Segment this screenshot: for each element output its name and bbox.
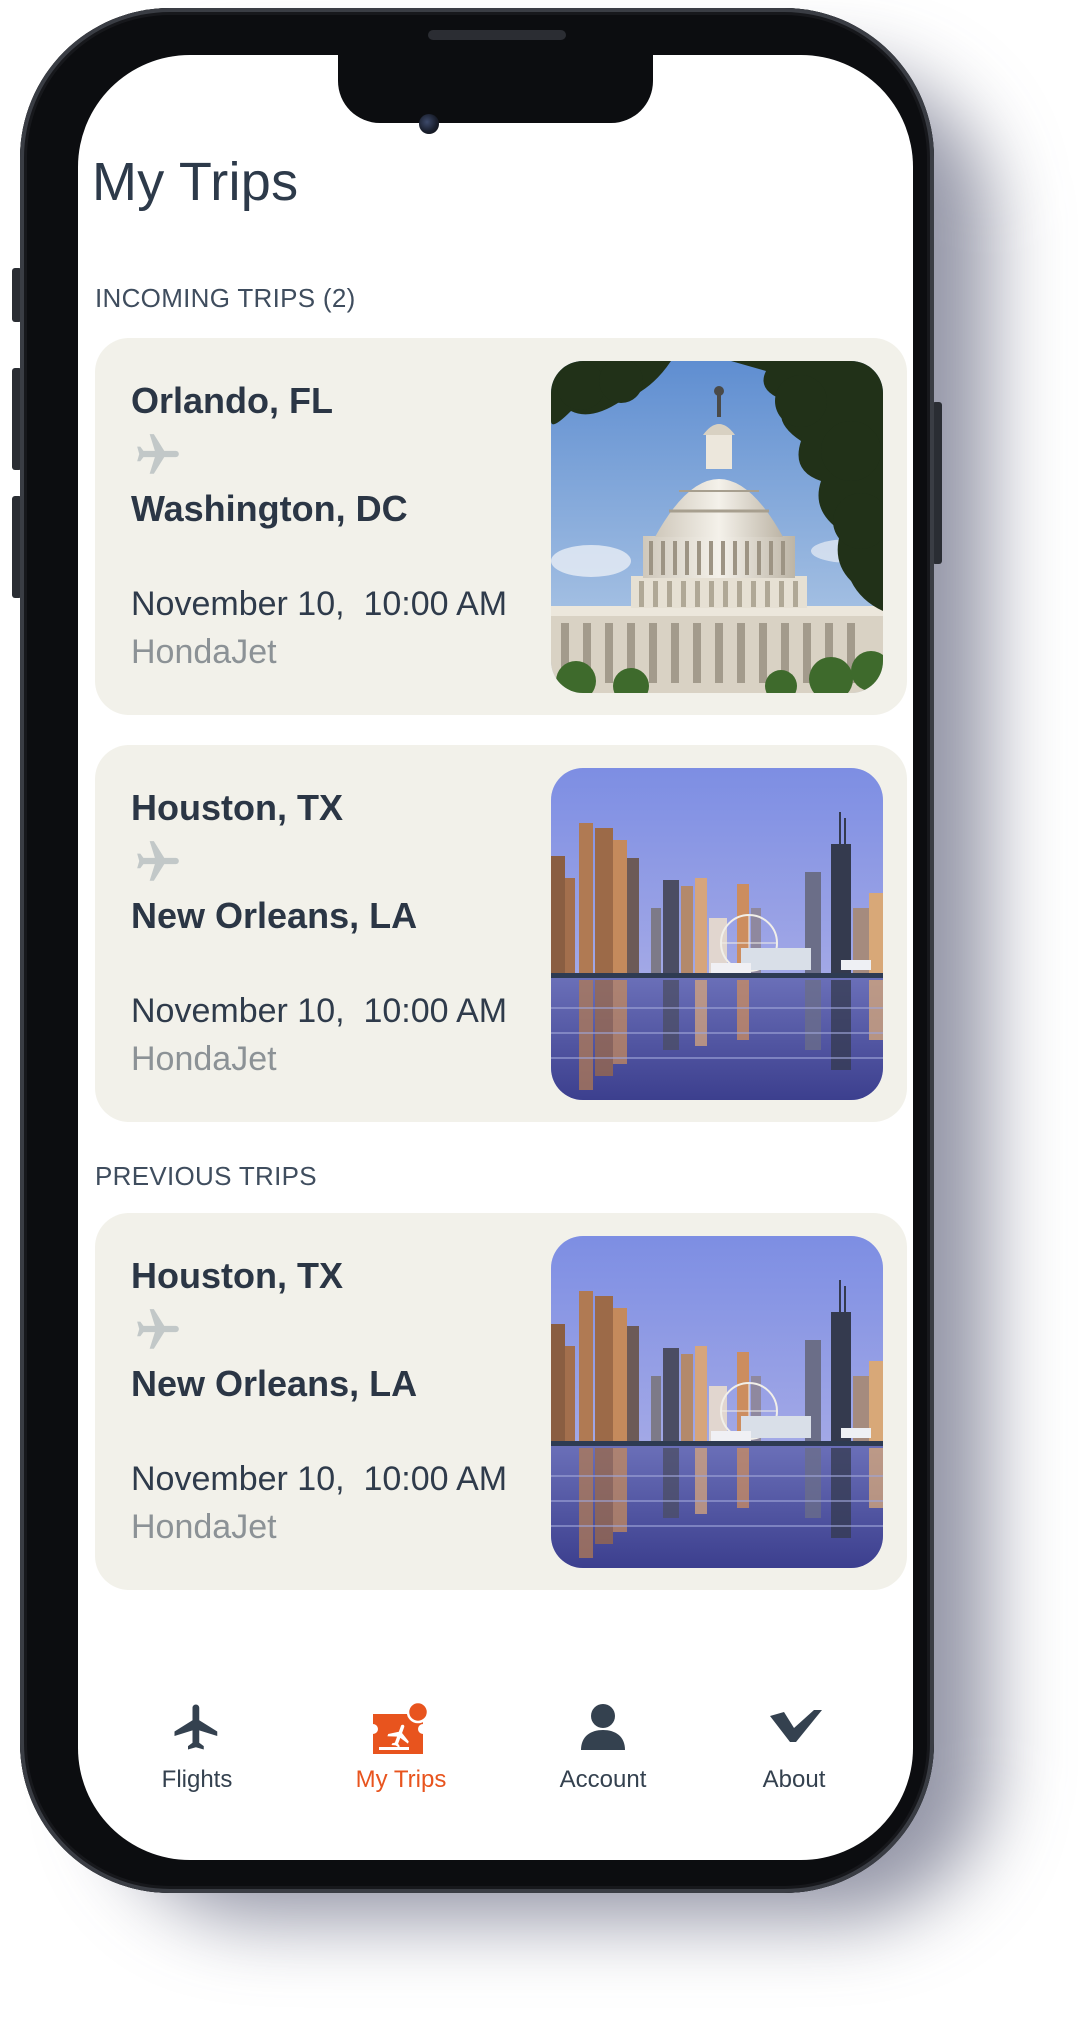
trip-destination: New Orleans, LA	[131, 1363, 418, 1404]
tab-flights[interactable]: Flights	[117, 1700, 277, 1810]
trip-aircraft: HondaJet	[131, 633, 277, 671]
trip-card[interactable]: Houston, TX New Orleans, LA November 10,…	[95, 1213, 907, 1590]
trip-aircraft: HondaJet	[131, 1508, 277, 1546]
tab-label: Flights	[161, 1766, 233, 1793]
bottom-tab-bar: Flights 1 My Trips Account About	[78, 1700, 913, 1840]
destination-photo-capitol	[551, 361, 883, 693]
tab-about[interactable]: About	[714, 1700, 874, 1810]
trip-destination: Washington, DC	[131, 488, 408, 529]
notch	[338, 55, 653, 123]
tab-label: Account	[559, 1766, 647, 1793]
incoming-trips-heading: INCOMING TRIPS (2)	[95, 283, 356, 313]
tab-label: My Trips	[355, 1766, 447, 1793]
airplane-icon	[170, 1700, 224, 1754]
tab-account[interactable]: Account	[523, 1700, 683, 1810]
page-title: My Trips	[92, 152, 299, 212]
airplane-icon	[133, 1305, 183, 1355]
logo-icon	[770, 1710, 822, 1742]
tab-label: About	[762, 1766, 826, 1793]
trip-origin: Houston, TX	[131, 787, 343, 828]
device-mockup: My Trips INCOMING TRIPS (2) Orlando, FL …	[0, 0, 1088, 2018]
trip-card[interactable]: Orlando, FL Washington, DC November 10, …	[95, 338, 907, 715]
trip-destination: New Orleans, LA	[131, 895, 418, 936]
tab-my-trips[interactable]: 1 My Trips	[321, 1700, 481, 1810]
trip-origin: Orlando, FL	[131, 380, 333, 421]
trip-datetime: November 10, 10:00 AM	[131, 1460, 508, 1498]
person-icon	[581, 1704, 625, 1750]
destination-photo-skyline	[551, 1236, 883, 1568]
trip-aircraft: HondaJet	[131, 1040, 277, 1078]
speaker-grille	[428, 30, 566, 40]
airplane-icon	[133, 837, 183, 887]
previous-trips-heading: PREVIOUS TRIPS	[95, 1161, 317, 1191]
notification-badge: 1	[429, 1702, 439, 1719]
destination-photo-skyline	[551, 768, 883, 1100]
trip-datetime: November 10, 10:00 AM	[131, 992, 508, 1030]
airplane-icon	[133, 430, 183, 480]
front-camera	[419, 114, 439, 134]
trip-card[interactable]: Houston, TX New Orleans, LA November 10,…	[95, 745, 907, 1122]
phone-frame: My Trips INCOMING TRIPS (2) Orlando, FL …	[20, 8, 934, 1893]
app-screen: My Trips INCOMING TRIPS (2) Orlando, FL …	[78, 55, 913, 1860]
ticket-icon	[373, 1700, 430, 1754]
trip-datetime: November 10, 10:00 AM	[131, 585, 508, 623]
trip-origin: Houston, TX	[131, 1255, 343, 1296]
